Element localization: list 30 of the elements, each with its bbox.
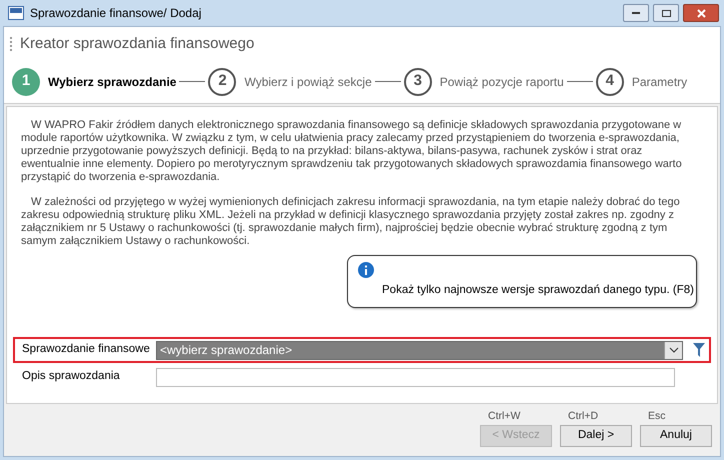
field-label: Sprawozdanie finansowe <box>22 342 151 358</box>
minimize-button[interactable] <box>623 4 649 22</box>
step-number: 3 <box>404 68 432 96</box>
close-icon <box>696 8 706 18</box>
step-label: Powiąż pozycje raportu <box>440 74 564 90</box>
chevron-icon <box>664 342 682 358</box>
description-field[interactable] <box>156 368 675 386</box>
info-paragraph: W zależności od przyjętego w wyżej wymienionych definicjach zakresu informacji sprawozdania, na tym etapie należy dobrać do tego zakresu odpowiednią strukturę pliku XML. Jeżeli na przykład w definicji klasycznego sprawozdania przyjęty został zakres np. zgodny z załącznikiem nr 5 Ustawy o rachunkowości (tj. sprawozdanie małych firm), najprościej będzie obecnie wybrać strukturę zgodną z tym samym załącznikiem Ustawy o rachunkowości. <box>21 196 681 248</box>
step-label: Wybierz sprawozdanie <box>48 74 176 90</box>
info-icon <box>358 262 374 278</box>
step-label: Parametry <box>632 74 688 90</box>
tooltip-text: Pokaż tylko najnowsze wersje sprawozdań danego typu. (F8) <box>382 283 695 298</box>
wizard-button[interactable]: Dalej > <box>560 424 632 447</box>
filter-icon[interactable] <box>693 342 705 358</box>
report-dropdown[interactable]: <wybierz sprawozdanie> <box>156 340 683 360</box>
window-title: Sprawozdanie finansowe/ Dodaj <box>30 5 202 22</box>
step-number: 4 <box>596 68 624 96</box>
app-icon <box>8 6 24 20</box>
step-number: 1 <box>12 68 40 96</box>
close-button[interactable] <box>683 4 719 22</box>
shortcut-label: Ctrl+D <box>568 409 600 424</box>
wizard-button[interactable]: Anuluj <box>640 424 712 447</box>
step-number: 2 <box>208 68 236 96</box>
step-label: Wybierz i powiąż sekcje <box>244 74 372 90</box>
shortcut-label: Esc <box>648 409 667 424</box>
wizard-title: Kreator sprawozdania finansowego <box>20 34 254 54</box>
shortcut-label: Ctrl+W <box>488 409 522 424</box>
field-label: Opis sprawozdania <box>22 369 121 384</box>
info-paragraph: W WAPRO Fakir źródłem danych elektronicznego sprawozdania finansowego są definicje składowych sprawozdania przygotowane w module raportów użytkownika. W związku z tym, w celu ułatwienia pracy zalecamy przed przystąpieniem do tworzenia e-sprawozdania, uprzednie przygotowanie powyższych definicji. Będą to na przykład: bilans-aktywa, bilans-pasywa, rachunek zysków i strat oraz ewentualnie inne elementy. Dopiero po merotyrycznym sprawdzeniu tak przygotowanych składowych sprawozdamia finansowego warto przystąpić do tworzenia e-sprawozdania. <box>21 119 683 184</box>
maximize-button[interactable] <box>653 4 679 22</box>
